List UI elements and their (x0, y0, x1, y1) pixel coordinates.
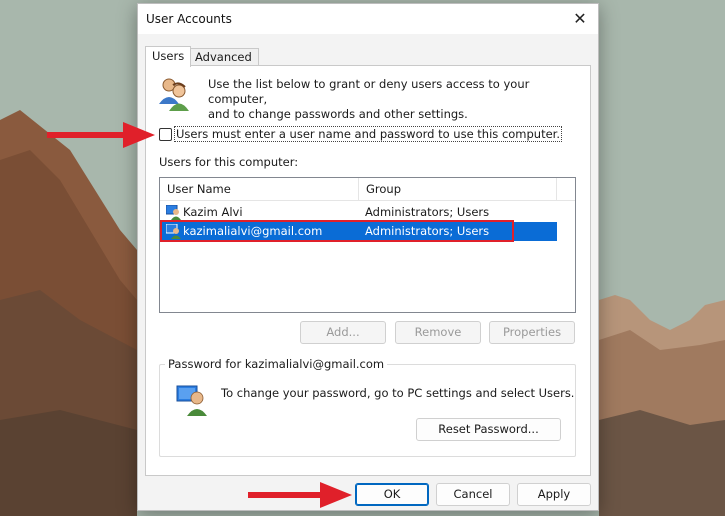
intro-text: Use the list below to grant or deny user… (208, 77, 568, 122)
require-password-label[interactable]: Users must enter a user name and passwor… (174, 126, 563, 142)
user-name: kazimalialvi@gmail.com (183, 224, 323, 238)
remove-user-button[interactable]: Remove (395, 321, 481, 344)
window-title: User Accounts (146, 12, 232, 26)
close-icon[interactable]: ✕ (570, 9, 590, 29)
password-group-box (159, 364, 576, 457)
list-item-selected[interactable]: kazimalialvi@gmail.com Administrators; U… (160, 222, 557, 241)
user-group: Administrators; Users (365, 205, 490, 219)
arrow-annotation-icon (248, 482, 352, 508)
require-password-checkbox[interactable] (159, 128, 172, 141)
list-header: User Name Group (160, 178, 575, 201)
password-user-icon (176, 384, 208, 416)
users-for-computer-label: Users for this computer: (159, 155, 299, 169)
add-user-button[interactable]: Add... (300, 321, 386, 344)
title-bar: User Accounts ✕ (138, 4, 598, 34)
password-instruction-text: To change your password, go to PC settin… (221, 386, 575, 400)
user-group: Administrators; Users (365, 224, 490, 238)
arrow-annotation-icon (47, 122, 155, 148)
user-icon (165, 223, 182, 239)
intro-line-2: and to change passwords and other settin… (208, 107, 468, 121)
user-name: Kazim Alvi (183, 205, 243, 219)
column-group[interactable]: Group (359, 178, 557, 201)
tab-advanced[interactable]: Advanced (188, 48, 259, 66)
tab-users[interactable]: Users (145, 46, 192, 67)
password-group-title: Password for kazimalialvi@gmail.com (165, 357, 388, 371)
apply-button[interactable]: Apply (517, 483, 591, 506)
users-list[interactable]: User Name Group Kazim Alvi Administrator… (159, 177, 576, 313)
cancel-button[interactable]: Cancel (436, 483, 510, 506)
ok-button[interactable]: OK (355, 483, 429, 506)
user-icon (165, 204, 182, 220)
intro-line-1: Use the list below to grant or deny user… (208, 77, 530, 106)
properties-button[interactable]: Properties (489, 321, 575, 344)
list-item[interactable]: Kazim Alvi Administrators; Users (160, 203, 557, 222)
users-icon (157, 76, 191, 112)
reset-password-button[interactable]: Reset Password... (416, 418, 561, 441)
column-user-name[interactable]: User Name (160, 178, 359, 201)
